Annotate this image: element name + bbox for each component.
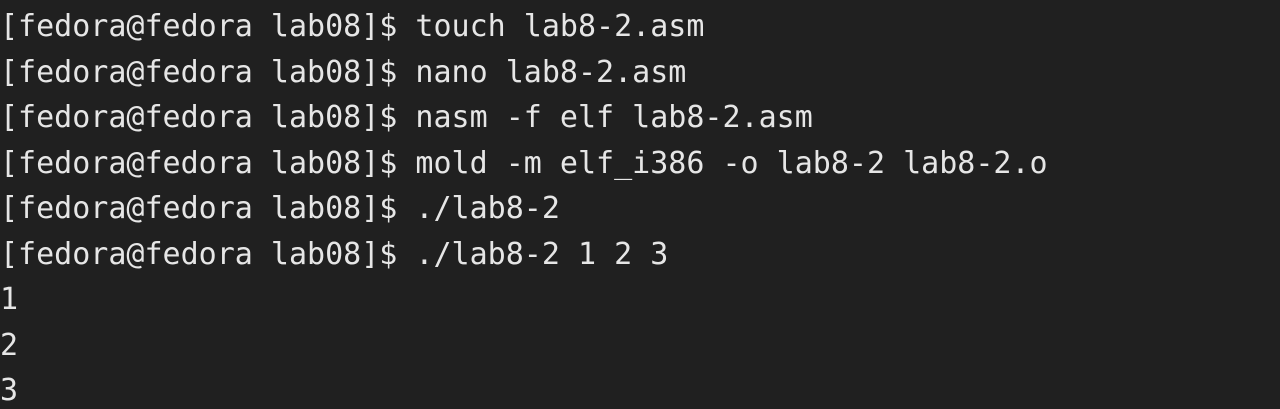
command-text: nasm -f elf lab8-2.asm <box>415 100 813 135</box>
terminal-line: [fedora@fedora lab08]$ ./lab8-2 1 2 3 <box>0 232 1280 278</box>
terminal-line: [fedora@fedora lab08]$ nano lab8-2.asm <box>0 50 1280 96</box>
shell-prompt: [fedora@fedora lab08]$ <box>0 54 398 90</box>
terminal-line: [fedora@fedora lab08]$ touch lab8-2.asm <box>0 4 1280 50</box>
command-text: ./lab8-2 1 2 3 <box>415 236 669 272</box>
shell-prompt: [fedora@fedora lab08]$ <box>0 236 398 272</box>
terminal-line: [fedora@fedora lab08]$ ./lab8-2 <box>0 186 1280 232</box>
shell-prompt: [fedora@fedora lab08]$ <box>0 145 398 181</box>
output-line: 3 <box>0 373 19 408</box>
command-text: mold -m elf_i386 -o lab8-2 lab8-2.o <box>415 145 1048 181</box>
output-line: 2 <box>0 327 19 363</box>
shell-prompt: [fedora@fedora lab08]$ <box>0 191 398 226</box>
shell-prompt: [fedora@fedora lab08]$ <box>0 9 398 44</box>
terminal-line: [fedora@fedora lab08]$ mold -m elf_i386 … <box>0 141 1280 187</box>
command-text: ./lab8-2 <box>415 191 560 226</box>
command-text: nano lab8-2.asm <box>415 54 687 90</box>
terminal-line: [fedora@fedora lab08]$ nasm -f elf lab8-… <box>0 95 1280 141</box>
shell-prompt: [fedora@fedora lab08]$ <box>0 100 398 135</box>
command-text: touch lab8-2.asm <box>415 9 705 44</box>
output-line: 1 <box>0 282 19 317</box>
terminal-window[interactable]: [fedora@fedora lab08]$ touch lab8-2.asm … <box>0 0 1280 409</box>
